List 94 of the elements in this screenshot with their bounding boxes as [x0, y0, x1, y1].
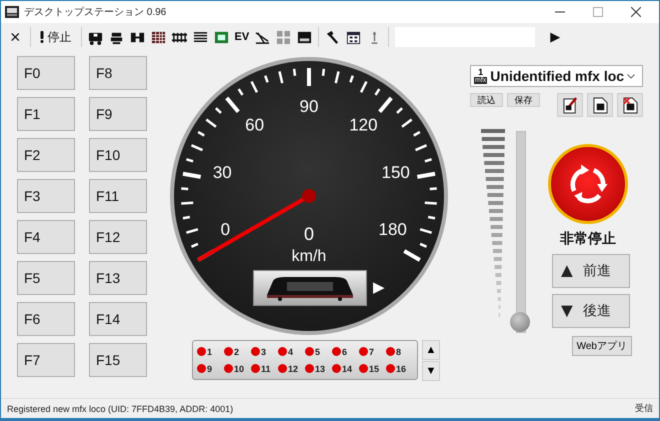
- delete-locomotive-button[interactable]: [617, 93, 643, 117]
- function-button[interactable]: F4: [17, 220, 75, 254]
- scale-label: 180: [378, 220, 407, 240]
- led-number: 10: [234, 364, 244, 374]
- function-button[interactable]: F8: [89, 56, 147, 90]
- function-led[interactable]: 3: [251, 346, 278, 356]
- scale-label: 150: [382, 162, 410, 182]
- function-led[interactable]: 16: [386, 364, 413, 374]
- function-led[interactable]: 10: [224, 364, 251, 374]
- function-button[interactable]: F3: [17, 179, 75, 213]
- function-led[interactable]: 13: [305, 364, 332, 374]
- emergency-stop-label: 非常停止: [560, 230, 616, 248]
- locomotive-file-icon: [592, 96, 608, 114]
- led-number: 5: [315, 346, 320, 356]
- run-button[interactable]: ▶: [547, 29, 564, 45]
- edit-locomotive-button[interactable]: [557, 93, 583, 117]
- led-number: 1: [207, 346, 212, 356]
- stop-button[interactable]: 停止: [36, 28, 75, 46]
- window-title: デスクトップステーション 0.96: [24, 6, 166, 19]
- led-number: 7: [369, 346, 374, 356]
- function-button[interactable]: F12: [89, 220, 147, 254]
- led-number: 9: [207, 364, 212, 374]
- function-led[interactable]: 15: [359, 364, 386, 374]
- led-number: 15: [369, 364, 380, 374]
- forward-button[interactable]: ▲ 前進: [552, 254, 630, 288]
- calendar-icon[interactable]: [346, 30, 362, 44]
- function-button[interactable]: F5: [17, 261, 75, 295]
- function-button[interactable]: F13: [89, 261, 147, 295]
- function-led[interactable]: 5: [305, 346, 332, 356]
- pencil-icon: [562, 96, 578, 114]
- hammer-icon[interactable]: [325, 30, 340, 44]
- function-led[interactable]: 9: [197, 364, 224, 374]
- function-button[interactable]: F0: [17, 56, 75, 90]
- chevron-icon: [627, 74, 636, 78]
- function-led[interactable]: 11: [251, 364, 278, 374]
- function-led[interactable]: 1: [197, 346, 224, 356]
- display-icon[interactable]: [297, 30, 312, 44]
- locomotive-button[interactable]: [253, 270, 367, 306]
- scale-label: 0: [220, 220, 230, 240]
- close-icon[interactable]: [631, 7, 641, 17]
- function-button[interactable]: F14: [89, 302, 147, 336]
- reverse-button[interactable]: ▼ 後進: [552, 294, 630, 328]
- speed-unit: km/h: [292, 248, 326, 265]
- function-button[interactable]: F6: [17, 302, 75, 336]
- direction-indicator: ▶: [373, 278, 385, 296]
- led-number: 11: [261, 364, 271, 374]
- led-number: 12: [288, 364, 298, 374]
- load-button[interactable]: 読込: [470, 93, 503, 107]
- function-led[interactable]: 2: [224, 346, 251, 356]
- web-app-button[interactable]: Webアプリ: [572, 336, 632, 356]
- function-led[interactable]: 4: [278, 346, 305, 356]
- function-led[interactable]: 12: [278, 364, 305, 374]
- list-icon[interactable]: [192, 30, 208, 44]
- function-button[interactable]: F9: [89, 97, 147, 131]
- function-button[interactable]: F7: [17, 343, 75, 377]
- function-led[interactable]: 6: [332, 346, 359, 356]
- function-led[interactable]: 14: [332, 364, 359, 374]
- save-button[interactable]: 保存: [507, 93, 540, 107]
- led-number: 2: [234, 346, 240, 356]
- function-button[interactable]: F1: [17, 97, 75, 131]
- led-number: 8: [396, 346, 402, 356]
- status-state: 受信: [635, 402, 653, 415]
- exclamation-icon: [40, 31, 44, 43]
- app-icon: [5, 6, 19, 18]
- page-down-button[interactable]: ▼: [422, 361, 440, 381]
- function-led[interactable]: 7: [359, 346, 386, 356]
- locomotive-icon: [265, 275, 355, 301]
- board-icon[interactable]: [214, 30, 229, 44]
- close-tool[interactable]: ×: [7, 26, 24, 48]
- scale-label: 30: [212, 162, 232, 182]
- locomotive-delete-icon: [622, 96, 638, 114]
- led-number: 16: [396, 364, 406, 374]
- led-number: 13: [315, 364, 326, 374]
- led-number: 6: [342, 346, 348, 356]
- page-up-button[interactable]: ▲: [422, 340, 440, 360]
- function-led[interactable]: 8: [386, 346, 413, 356]
- tiles-icon[interactable]: [276, 30, 292, 44]
- led-number: 14: [342, 364, 352, 374]
- speed-reading: 0: [304, 224, 314, 244]
- status-message: Registered new mfx loco (UID: 7FFD4B39, ADDR: 4001): [7, 404, 234, 414]
- locomotive-name: Unidentified mfx loc: [490, 68, 624, 84]
- throttle-thumb[interactable]: [510, 312, 530, 332]
- function-button[interactable]: F2: [17, 138, 75, 172]
- function-button[interactable]: F15: [89, 343, 147, 377]
- scale-label: 60: [245, 115, 264, 134]
- function-button[interactable]: F11: [89, 179, 147, 213]
- scale-label: 120: [349, 115, 378, 134]
- led-number: 3: [261, 346, 266, 356]
- scale-label: 90: [300, 97, 318, 116]
- function-button[interactable]: F10: [89, 138, 147, 172]
- grid-icon[interactable]: [150, 30, 166, 44]
- led-number: 4: [288, 346, 294, 356]
- ev-tool[interactable]: EV: [234, 31, 250, 43]
- new-locomotive-button[interactable]: [587, 93, 613, 117]
